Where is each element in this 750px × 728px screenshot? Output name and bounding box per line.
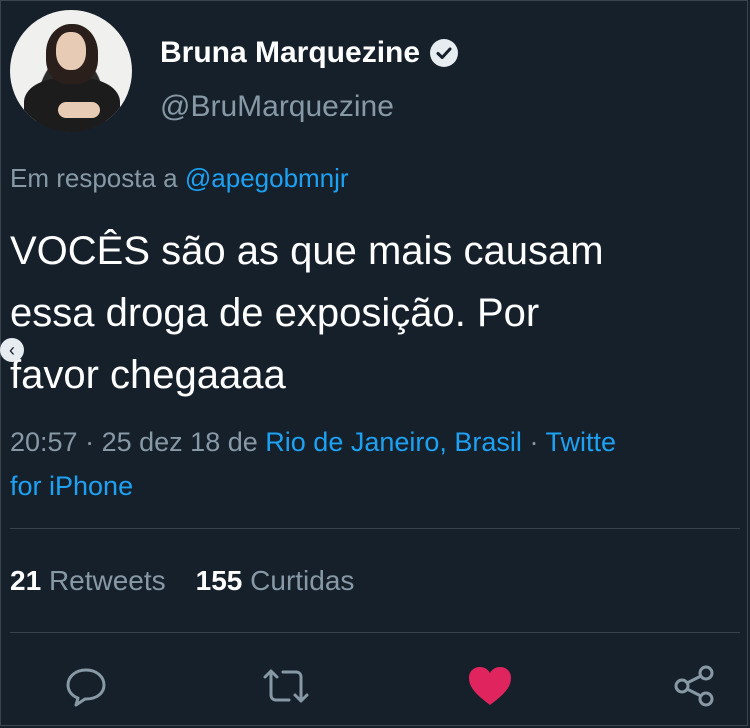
likes-count: 155 [195, 565, 243, 596]
verified-badge-icon [430, 39, 459, 67]
share-button[interactable] [666, 660, 722, 716]
chevron-left-icon[interactable]: ‹ [0, 338, 24, 362]
avatar-hand [58, 102, 100, 118]
tweet-meta: 20:57 · 25 dez 18 de Rio de Janeiro, Bra… [10, 420, 745, 464]
likes-label: Curtidas [250, 565, 355, 596]
retweets-count: 21 [10, 565, 42, 596]
name-row[interactable]: Bruna Marquezine [160, 36, 459, 70]
reply-icon [63, 663, 109, 714]
reply-button[interactable] [58, 660, 114, 716]
meta-separator: · [529, 427, 539, 457]
avatar[interactable] [10, 10, 132, 132]
divider [10, 528, 740, 529]
divider [10, 632, 740, 633]
retweet-icon [259, 663, 313, 714]
retweets-stat[interactable]: 21 Retweets [10, 565, 166, 597]
action-bar [0, 660, 750, 716]
display-name[interactable]: Bruna Marquezine [160, 36, 420, 70]
tweet-date[interactable]: 25 dez 18 [102, 427, 221, 457]
meta-from: de [227, 427, 258, 457]
likes-stat[interactable]: 155 Curtidas [196, 565, 355, 597]
retweet-button[interactable] [258, 660, 314, 716]
retweets-label: Retweets [48, 565, 166, 596]
like-button[interactable] [462, 660, 518, 716]
tweet-time[interactable]: 20:57 [10, 427, 78, 457]
tweet-line: essa droga de exposição. Por [10, 291, 540, 335]
reply-mention-link[interactable]: @apegobmnjr [185, 163, 349, 193]
tweet-client-link[interactable]: Twitte [545, 427, 616, 457]
tweet-text: VOCÊS são as que mais causam essa droga … [10, 220, 740, 406]
tweet-client-link-cont[interactable]: for iPhone [10, 464, 133, 508]
heart-icon [467, 665, 513, 712]
meta-separator: · [85, 427, 95, 457]
tweet-location-link[interactable]: Rio de Janeiro, Brasil [265, 427, 522, 457]
tweet-line: favor chegaaaa [10, 353, 286, 397]
reply-context: Em resposta a @apegobmnjr [10, 163, 349, 194]
share-icon [671, 663, 717, 714]
tweet-line: VOCÊS são as que mais causam [10, 229, 604, 273]
tweet-header: Bruna Marquezine @BruMarquezine [10, 10, 730, 134]
tweet-stats: 21 Retweets 155 Curtidas [10, 565, 354, 597]
avatar-face [56, 32, 86, 70]
reply-prefix: Em resposta a [10, 163, 178, 193]
user-handle[interactable]: @BruMarquezine [160, 90, 394, 124]
